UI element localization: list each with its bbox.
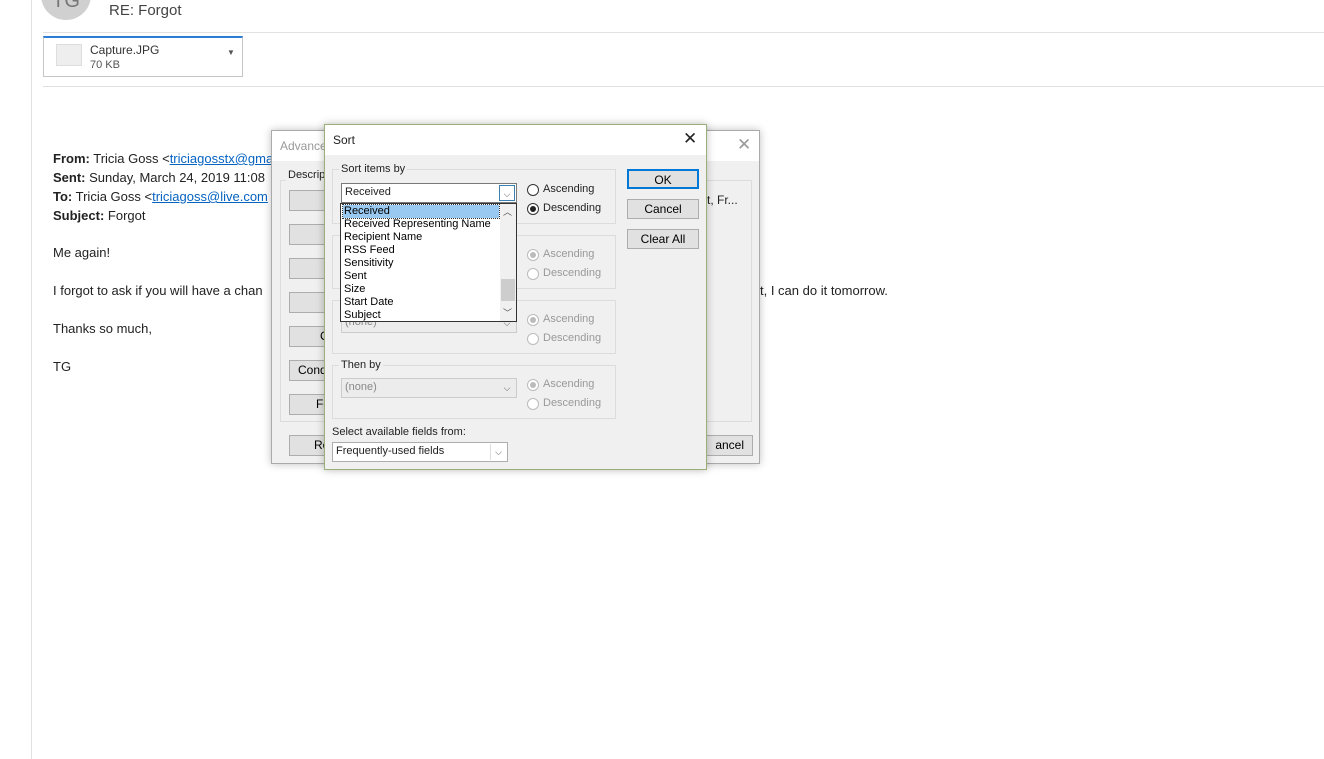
list-item[interactable]: Recipient Name — [343, 231, 499, 244]
email-subject: RE: Forgot — [109, 2, 182, 19]
descending-radio[interactable] — [527, 398, 539, 410]
list-item[interactable]: Received Representing Name — [343, 218, 499, 231]
chevron-down-icon[interactable]: ⌵ — [490, 444, 506, 460]
list-item[interactable]: Start Date — [343, 296, 499, 309]
descending-radio[interactable] — [527, 333, 539, 345]
from-line: From: Tricia Goss <triciagosstx@gma — [53, 151, 274, 166]
close-icon[interactable]: ✕ — [737, 135, 751, 155]
divider — [43, 86, 1324, 87]
image-thumbnail-icon — [56, 44, 82, 66]
clear-all-button[interactable]: Clear All — [627, 229, 699, 249]
ascending-radio[interactable] — [527, 379, 539, 391]
dialog-title: Sort — [333, 133, 356, 147]
left-sidebar — [0, 0, 32, 759]
radio-label: Ascending — [543, 313, 595, 325]
list-item[interactable]: Sensitivity — [343, 257, 499, 270]
radio-label: Descending — [543, 202, 602, 214]
title-bar: Sort ✕ — [325, 125, 706, 155]
avatar: TG — [41, 0, 91, 20]
radio-label: Ascending — [543, 378, 595, 390]
radio-label: Descending — [543, 397, 602, 409]
close-icon[interactable]: ✕ — [683, 129, 697, 149]
descending-radio[interactable] — [527, 203, 539, 215]
group-label: Then by — [339, 359, 383, 371]
from-email-link[interactable]: triciagosstx@gma — [170, 151, 274, 166]
fields-from-label: Select available fields from: — [332, 426, 466, 438]
sort-field-dropdown-list[interactable]: Received Received Representing Name Reci… — [340, 203, 517, 322]
list-item[interactable]: RSS Feed — [343, 244, 499, 257]
chevron-down-icon[interactable]: ﹀ — [503, 306, 512, 319]
radio-label: Ascending — [543, 183, 595, 195]
chevron-down-icon[interactable]: ▼ — [227, 48, 235, 57]
body-line: I forgot to ask if you will have a chan — [53, 283, 263, 298]
then-by-select[interactable]: (none) ⌵ — [341, 378, 517, 398]
cancel-button[interactable]: Cancel — [627, 199, 699, 219]
scrollbar[interactable]: ︿ ﹀ — [500, 204, 516, 321]
chevron-down-icon[interactable]: ⌵ — [499, 380, 515, 396]
chevron-up-icon[interactable]: ︿ — [503, 205, 512, 218]
sort-field-select[interactable]: Received ⌵ — [341, 183, 517, 203]
to-email-link[interactable]: triciagoss@live.com — [152, 189, 268, 204]
sort-summary-text: t, Fr... — [707, 193, 738, 207]
attachment-name: Capture.JPG — [90, 43, 160, 57]
chevron-down-icon[interactable]: ⌵ — [499, 185, 515, 201]
ascending-radio[interactable] — [527, 314, 539, 326]
to-line: To: Tricia Goss <triciagoss@live.com — [53, 189, 268, 204]
subject-line: Subject: Forgot — [53, 208, 146, 223]
scrollbar-thumb[interactable] — [501, 279, 515, 301]
ascending-radio[interactable] — [527, 184, 539, 196]
group-label: Sort items by — [339, 163, 408, 175]
divider — [43, 32, 1324, 33]
list-item[interactable]: Subject — [343, 309, 499, 322]
radio-label: Descending — [543, 332, 602, 344]
dialog-title: Advance — [280, 139, 327, 153]
fields-from-select[interactable]: Frequently-used fields ⌵ — [332, 442, 508, 462]
list-item[interactable]: Size — [343, 283, 499, 296]
radio-label: Descending — [543, 267, 602, 279]
ok-button[interactable]: OK — [627, 169, 699, 189]
attachment-size: 70 KB — [90, 59, 120, 71]
descending-radio[interactable] — [527, 268, 539, 280]
description-label: Descrip — [286, 169, 328, 181]
list-item[interactable]: Sent — [343, 270, 499, 283]
sent-line: Sent: Sunday, March 24, 2019 11:08 — [53, 170, 265, 185]
body-line: Me again! — [53, 245, 111, 260]
body-line: t, I can do it tomorrow. — [760, 283, 888, 298]
body-line: Thanks so much, — [53, 321, 152, 336]
radio-label: Ascending — [543, 248, 595, 260]
ascending-radio[interactable] — [527, 249, 539, 261]
list-item[interactable]: Received — [342, 204, 500, 219]
body-line: TG — [53, 359, 72, 374]
attachment[interactable]: Capture.JPG 70 KB ▼ — [43, 36, 243, 77]
